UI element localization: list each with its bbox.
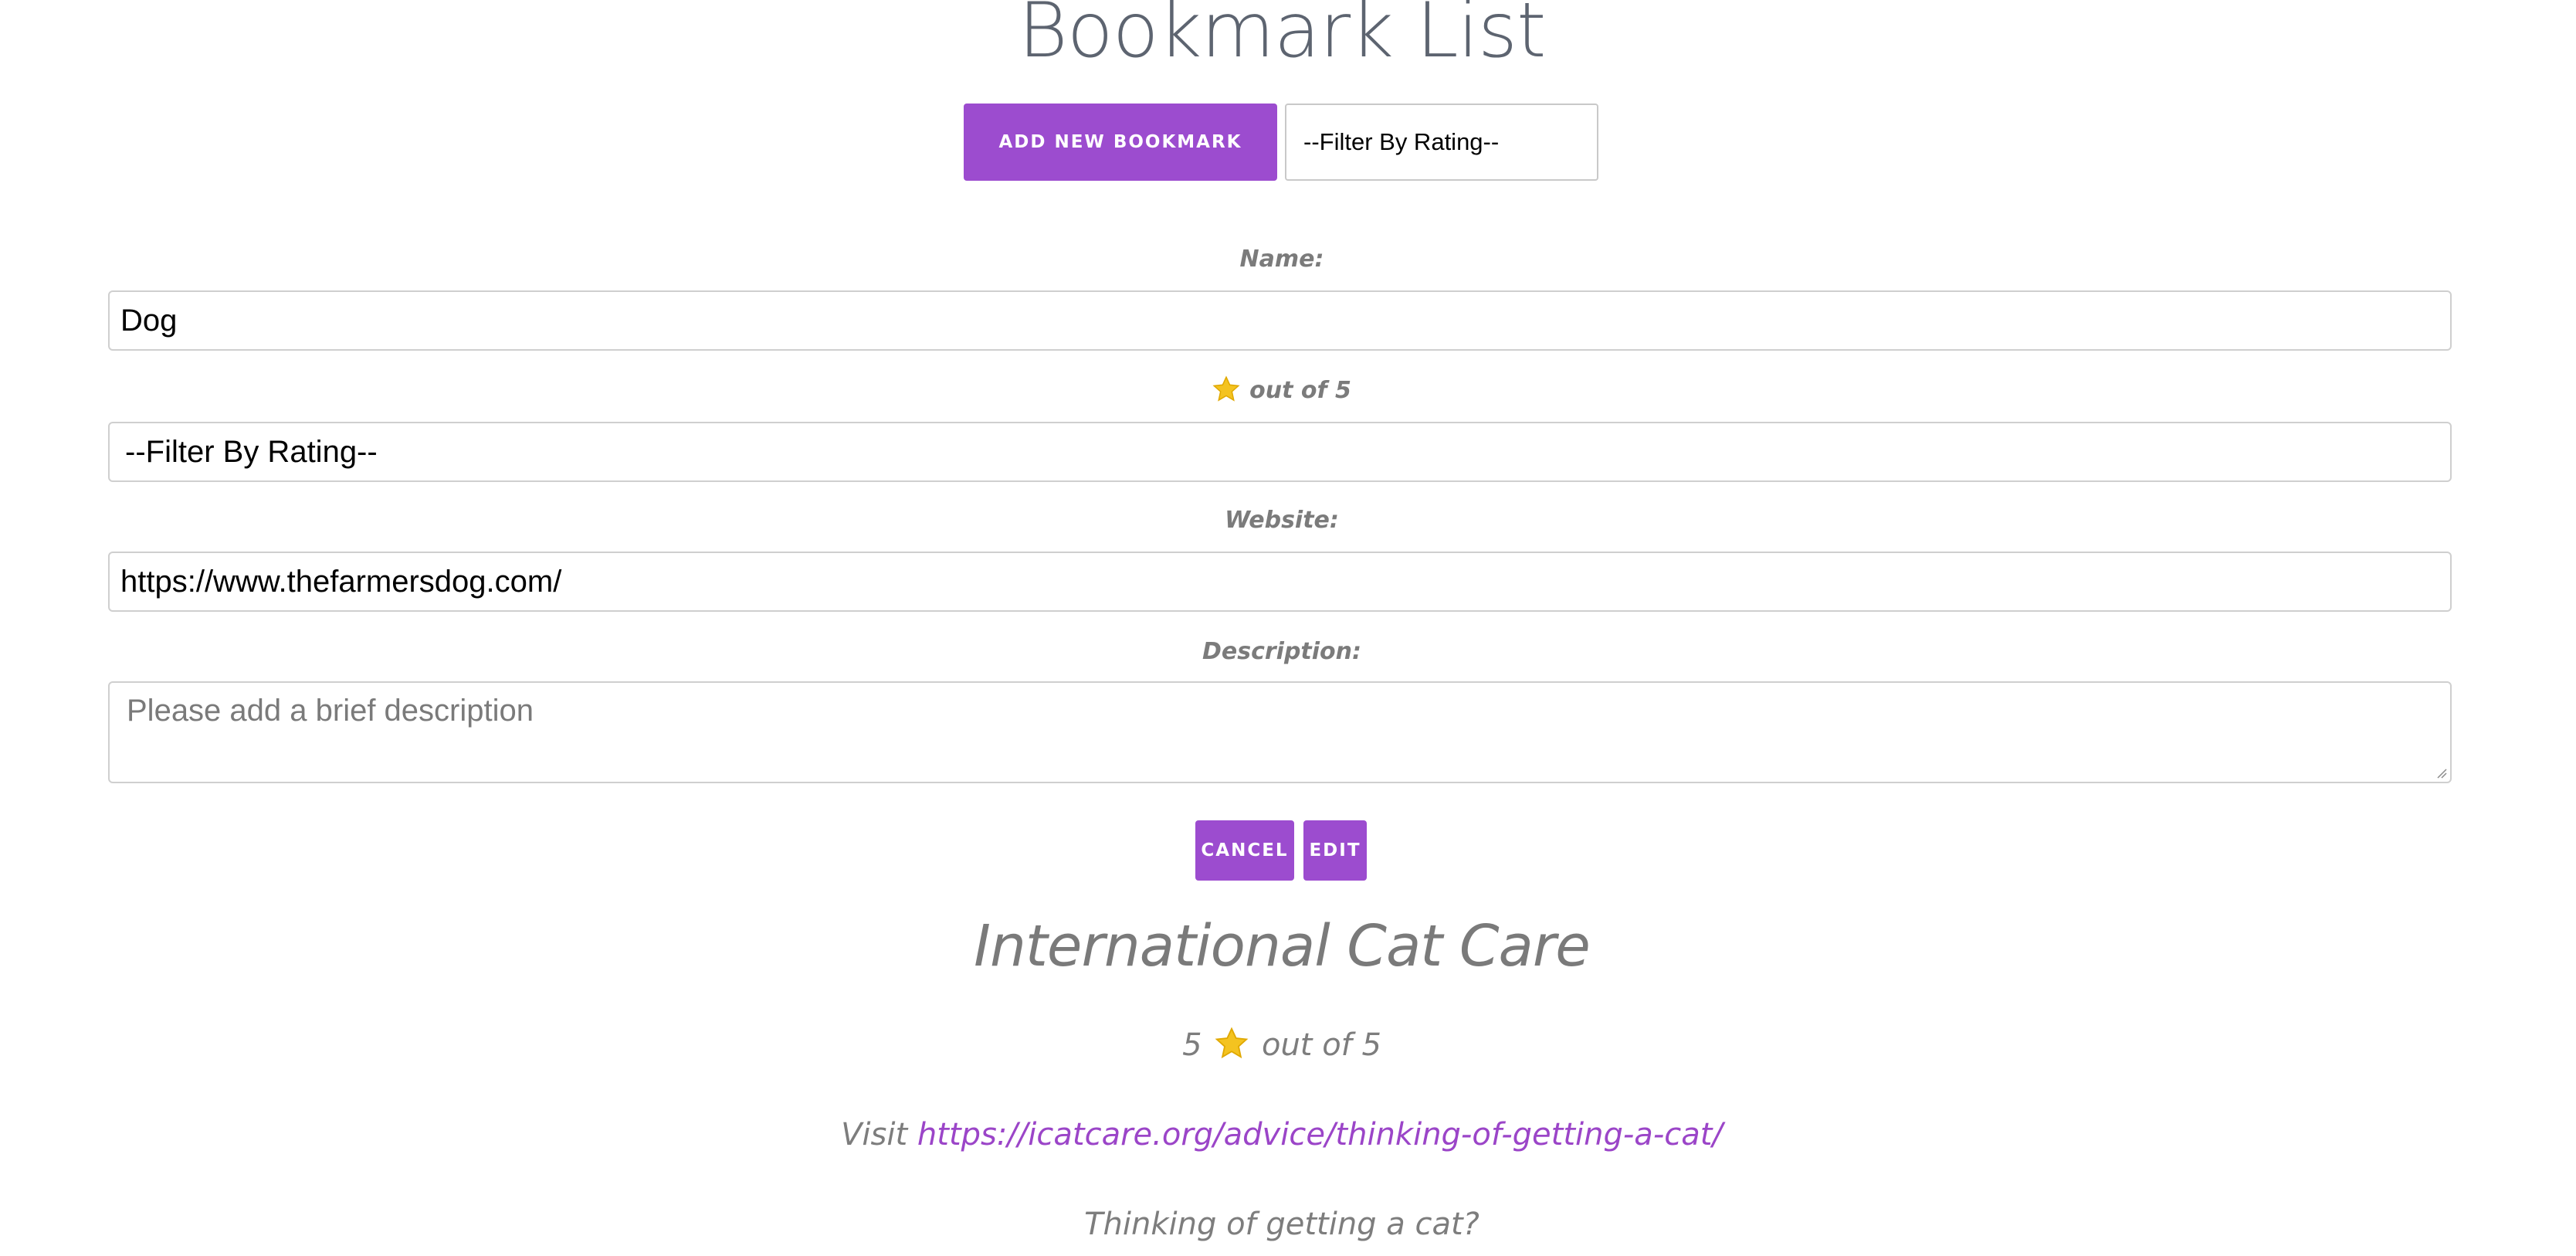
bookmark-rating: 5 out of 5 <box>0 1027 2564 1063</box>
website-input[interactable]: https://www.thefarmersdog.com/ <box>108 552 2452 612</box>
star-icon <box>1212 375 1240 402</box>
name-input[interactable]: Dog <box>108 290 2452 351</box>
rating-label: out of 5 <box>0 375 2564 404</box>
cancel-button[interactable]: CANCEL <box>1195 820 1294 881</box>
description-placeholder: Please add a brief description <box>127 694 534 728</box>
visit-prefix: Visit <box>841 1117 908 1152</box>
bookmark-visit-line: Visit https://icatcare.org/advice/thinki… <box>0 1117 2564 1152</box>
rating-label-text: out of 5 <box>1249 377 1351 404</box>
name-label: Name: <box>1239 246 1324 273</box>
bookmark-rating-suffix: out of 5 <box>1261 1027 1381 1063</box>
resize-grip-icon[interactable] <box>2435 766 2447 779</box>
rating-filter-select[interactable]: --Filter By Rating-- <box>1285 104 1598 181</box>
bookmark-url-link[interactable]: https://icatcare.org/advice/thinking-of-… <box>917 1117 1723 1152</box>
bookmark-title: International Cat Care <box>974 913 1591 979</box>
rating-select-value: --Filter By Rating-- <box>125 434 378 469</box>
star-icon <box>1215 1027 1249 1059</box>
edit-button[interactable]: EDIT <box>1303 820 1367 881</box>
rating-select[interactable]: --Filter By Rating-- <box>108 422 2452 482</box>
add-new-bookmark-button[interactable]: ADD NEW BOOKMARK <box>964 104 1277 181</box>
website-input-value: https://www.thefarmersdog.com/ <box>120 564 562 599</box>
description-textarea[interactable]: Please add a brief description <box>108 681 2452 783</box>
bookmark-rating-value: 5 <box>1182 1027 1202 1063</box>
bookmark-description: Thinking of getting a cat? <box>1084 1207 1480 1242</box>
page-title: Bookmark List <box>1018 0 1547 75</box>
rating-filter-selected-value: --Filter By Rating-- <box>1303 128 1500 155</box>
name-input-value: Dog <box>120 303 178 338</box>
description-label: Description: <box>1202 638 1362 665</box>
website-label: Website: <box>1225 507 1339 534</box>
